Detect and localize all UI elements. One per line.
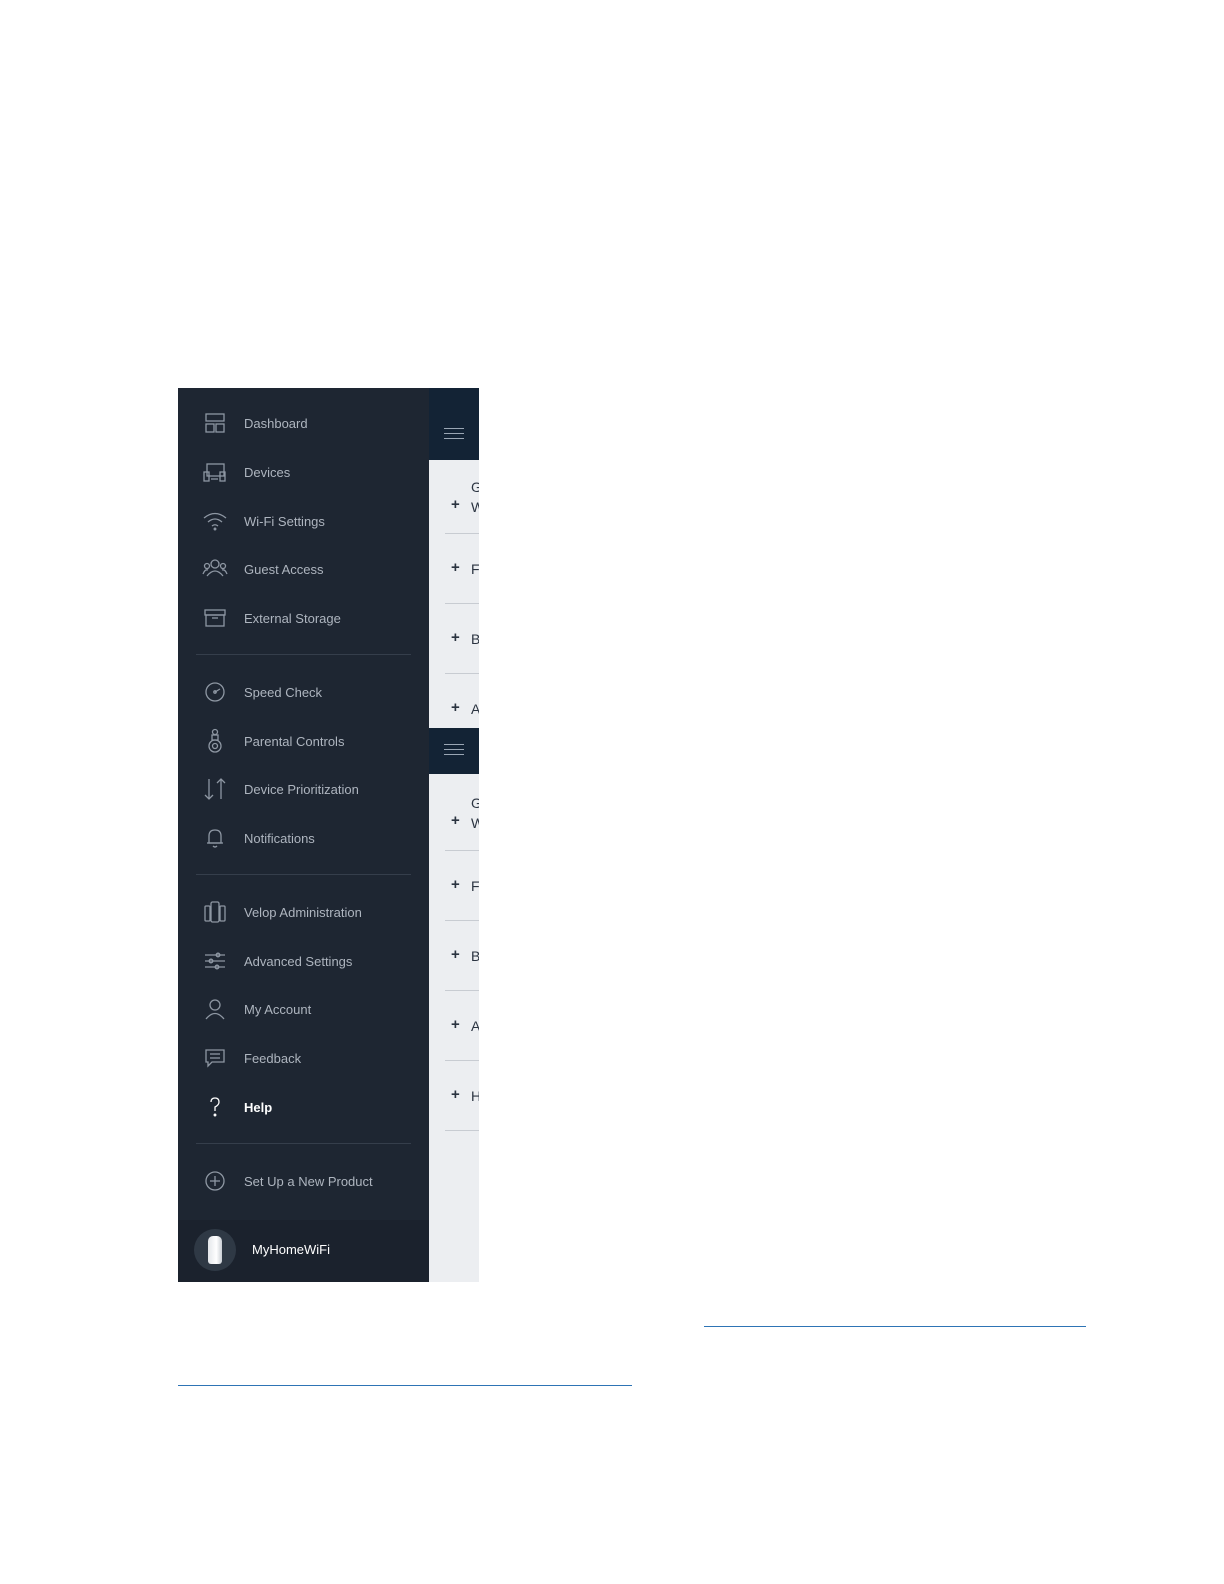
sidebar-item-label: Speed Check <box>244 684 323 700</box>
panel-header <box>429 728 479 774</box>
panel-header <box>429 388 479 460</box>
prioritization-arrows-icon <box>202 776 228 802</box>
help-accordion-row[interactable]: + A <box>429 1015 479 1045</box>
accordion-divider <box>445 920 479 921</box>
help-accordion-row[interactable]: + A <box>429 698 479 728</box>
expand-plus-icon: + <box>451 876 460 893</box>
expand-plus-icon: + <box>451 629 460 646</box>
menu-divider <box>196 874 411 875</box>
sidebar-item-wifi-settings[interactable]: Wi-Fi Settings <box>178 498 429 544</box>
help-topic-text: F <box>471 561 479 577</box>
sidebar-item-set-up-new-product[interactable]: Set Up a New Product <box>178 1158 429 1204</box>
expand-plus-icon: + <box>451 1016 460 1033</box>
sidebar-item-label: Help <box>244 1099 273 1115</box>
sidebar-item-label: Wi-Fi Settings <box>244 513 325 529</box>
accordion-divider <box>445 533 479 534</box>
devices-icon <box>202 459 228 485</box>
network-name: MyHomeWiFi <box>252 1242 330 1257</box>
sidebar-item-external-storage[interactable]: External Storage <box>178 595 429 641</box>
sidebar-item-parental-controls[interactable]: Parental Controls <box>178 718 429 764</box>
help-topic-text: G <box>471 795 479 811</box>
expand-plus-icon: + <box>451 1086 460 1103</box>
sidebar-item-label: Device Prioritization <box>244 781 359 797</box>
help-accordion-row[interactable]: + B <box>429 945 479 975</box>
accordion-divider <box>445 1060 479 1061</box>
storage-icon <box>202 605 228 631</box>
sidebar-item-label: Parental Controls <box>244 733 345 749</box>
help-panel-peek: + G W + F + B + A + G W + F + B + A + H <box>429 388 479 1282</box>
user-icon <box>202 996 228 1022</box>
expand-plus-icon: + <box>451 559 460 576</box>
help-accordion-row[interactable]: + F <box>429 558 479 588</box>
help-topic-text: B <box>471 948 479 964</box>
expand-plus-icon: + <box>451 699 460 716</box>
sidebar-item-label: Velop Administration <box>244 904 362 920</box>
network-footer[interactable]: MyHomeWiFi <box>178 1220 429 1282</box>
help-topic-text: A <box>471 1018 479 1034</box>
help-accordion-row[interactable]: + G W <box>429 792 479 848</box>
sidebar-item-my-account[interactable]: My Account <box>178 986 429 1032</box>
sidebar-item-label: Feedback <box>244 1050 302 1066</box>
help-accordion-row[interactable]: + G W <box>429 476 479 532</box>
plus-circle-icon <box>202 1168 228 1194</box>
hamburger-menu-icon[interactable] <box>444 428 464 443</box>
sidebar-item-notifications[interactable]: Notifications <box>178 815 429 861</box>
parental-controls-icon <box>202 728 228 754</box>
help-topic-text: A <box>471 701 479 717</box>
wifi-icon <box>202 508 228 534</box>
expand-plus-icon: + <box>451 496 460 513</box>
velop-nodes-icon <box>202 899 228 925</box>
sidebar-item-devices[interactable]: Devices <box>178 449 429 495</box>
accordion-divider <box>445 673 479 674</box>
feedback-icon <box>202 1045 228 1071</box>
bell-icon <box>202 825 228 851</box>
accordion-divider <box>445 850 479 851</box>
help-accordion-row[interactable]: + H <box>429 1085 479 1115</box>
sidebar-item-label: External Storage <box>244 610 341 626</box>
question-icon <box>202 1094 228 1120</box>
sidebar-item-device-prioritization[interactable]: Device Prioritization <box>178 766 429 812</box>
sidebar-item-label: Guest Access <box>244 561 324 577</box>
sidebar-item-label: Advanced Settings <box>244 953 353 969</box>
sidebar-item-label: Notifications <box>244 830 315 846</box>
link-underline[interactable] <box>178 1385 632 1386</box>
help-topic-text: W <box>471 499 479 515</box>
sidebar-item-guest-access[interactable]: Guest Access <box>178 546 429 592</box>
sidebar-item-label: Devices <box>244 464 291 480</box>
speedometer-icon <box>202 679 228 705</box>
sidebar-item-label: Set Up a New Product <box>244 1173 373 1189</box>
sidebar-item-label: My Account <box>244 1001 312 1017</box>
accordion-divider <box>445 603 479 604</box>
sliders-icon <box>202 948 228 974</box>
hamburger-menu-icon[interactable] <box>444 744 464 759</box>
sidebar-item-label: Dashboard <box>244 415 308 431</box>
accordion-divider <box>445 990 479 991</box>
sidebar-item-advanced-settings[interactable]: Advanced Settings <box>178 938 429 984</box>
menu-divider <box>196 1143 411 1144</box>
link-underline[interactable] <box>704 1326 1086 1327</box>
sidebar-menu: Dashboard Devices Wi-Fi Settings Guest A… <box>178 388 429 1282</box>
guest-icon <box>202 556 228 582</box>
help-topic-text: F <box>471 878 479 894</box>
sidebar-item-feedback[interactable]: Feedback <box>178 1035 429 1081</box>
sidebar-item-velop-administration[interactable]: Velop Administration <box>178 889 429 935</box>
help-topic-text: G <box>471 479 479 495</box>
sidebar-item-speed-check[interactable]: Speed Check <box>178 669 429 715</box>
velop-node-avatar <box>194 1229 236 1271</box>
accordion-divider <box>445 1130 479 1131</box>
expand-plus-icon: + <box>451 946 460 963</box>
app-screenshot: Dashboard Devices Wi-Fi Settings Guest A… <box>178 388 479 1282</box>
help-accordion-row[interactable]: + F <box>429 875 479 905</box>
help-topic-text: B <box>471 631 479 647</box>
sidebar-item-help[interactable]: Help <box>178 1084 429 1130</box>
dashboard-icon <box>202 410 228 436</box>
velop-node-icon <box>208 1236 222 1264</box>
menu-divider <box>196 654 411 655</box>
help-topic-text: W <box>471 815 479 831</box>
help-topic-text: H <box>471 1088 479 1104</box>
sidebar-item-dashboard[interactable]: Dashboard <box>178 400 429 446</box>
expand-plus-icon: + <box>451 812 460 829</box>
help-accordion-row[interactable]: + B <box>429 628 479 658</box>
